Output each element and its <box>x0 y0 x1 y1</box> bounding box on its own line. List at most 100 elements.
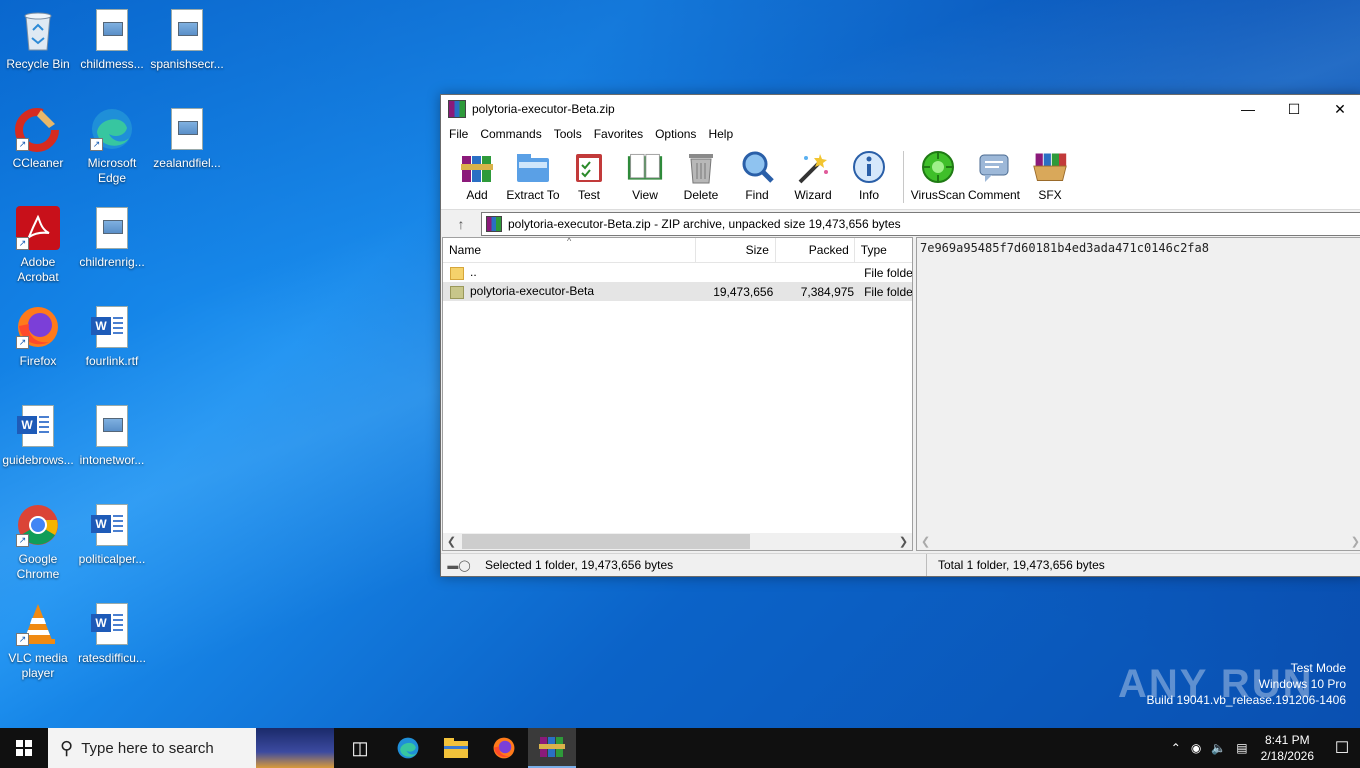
winrar-app-icon <box>448 100 466 118</box>
column-packed[interactable]: Packed <box>776 238 855 262</box>
status-bar: ▬◯ Selected 1 folder, 19,473,656 bytes T… <box>441 553 1360 576</box>
search-highlight-image <box>256 728 334 768</box>
volume-icon[interactable]: 🔈 <box>1211 741 1226 755</box>
desktop-icon-childmess[interactable]: childmess... <box>74 0 150 72</box>
image-file-icon <box>163 105 211 153</box>
show-hidden-icons-chevron-icon[interactable]: ⌃ <box>1171 741 1181 755</box>
windows-watermark: Test Mode Windows 10 Pro Build 19041.vb_… <box>1146 661 1347 707</box>
desktop-icon-adobe-acrobat[interactable]: ↗ Adobe Acrobat <box>0 198 76 285</box>
taskbar-edge[interactable] <box>384 728 432 768</box>
menu-favorites[interactable]: Favorites <box>588 127 649 141</box>
desktop-icon-fourlink[interactable]: W fourlink.rtf <box>74 297 150 369</box>
desktop-icon-politicalper[interactable]: W politicalper... <box>74 495 150 567</box>
desktop-icon-ccleaner[interactable]: ↗ CCleaner <box>0 99 76 171</box>
windows-logo-icon <box>16 740 32 756</box>
horizontal-scrollbar[interactable]: ❮ ❯ <box>443 533 912 550</box>
menu-commands[interactable]: Commands <box>474 127 547 141</box>
menu-options[interactable]: Options <box>649 127 702 141</box>
address-bar: ↑ polytoria-executor-Beta.zip - ZIP arch… <box>441 210 1360 238</box>
extract-to-button[interactable]: Extract To <box>505 149 561 202</box>
content-panes: ^ Name Size Packed Type .. File folde po… <box>441 236 1360 551</box>
search-box[interactable]: ⚲ Type here to search <box>48 728 334 768</box>
desktop-icon-firefox[interactable]: ↗ Firefox <box>0 297 76 369</box>
scroll-left-icon[interactable]: ❮ <box>443 535 460 548</box>
meet-now-icon[interactable]: ◉ <box>1191 741 1201 755</box>
view-button[interactable]: View <box>617 149 673 202</box>
table-row[interactable]: polytoria-executor-Beta 19,473,656 7,384… <box>443 282 912 301</box>
image-file-icon <box>88 6 136 54</box>
find-button[interactable]: Find <box>729 149 785 202</box>
comment-button[interactable]: Comment <box>966 149 1022 202</box>
folder-icon <box>450 266 464 280</box>
taskbar-winrar[interactable] <box>528 728 576 768</box>
image-file-icon <box>88 402 136 450</box>
ccleaner-icon: ↗ <box>14 105 62 153</box>
desktop-icon-vlc[interactable]: ↗ VLC media player <box>0 594 76 681</box>
table-row[interactable]: .. File folde <box>443 263 912 282</box>
desktop-icon-childrenrig[interactable]: childrenrig... <box>74 198 150 270</box>
title-bar[interactable]: polytoria-executor-Beta.zip — ☐ ✕ <box>441 95 1360 123</box>
word-document-icon: W <box>88 600 136 648</box>
desktop-icon-ratesdifficu[interactable]: W ratesdifficu... <box>74 594 150 666</box>
magic-wand-icon <box>795 149 831 185</box>
search-placeholder: Type here to search <box>81 739 214 757</box>
firefox-icon: ↗ <box>14 303 62 351</box>
chrome-icon: ↗ <box>14 501 62 549</box>
menu-tools[interactable]: Tools <box>548 127 588 141</box>
drive-icon[interactable]: ▬◯ <box>441 559 477 572</box>
desktop-icon-google-chrome[interactable]: ↗ Google Chrome <box>0 495 76 582</box>
minimize-button[interactable]: — <box>1225 95 1271 123</box>
delete-button[interactable]: Delete <box>673 149 729 202</box>
trash-icon <box>683 149 719 185</box>
start-button[interactable] <box>0 728 48 768</box>
acrobat-icon: ↗ <box>14 204 62 252</box>
image-file-icon <box>88 204 136 252</box>
info-button[interactable]: Info <box>841 149 897 202</box>
menu-file[interactable]: File <box>443 127 474 141</box>
test-button[interactable]: Test <box>561 149 617 202</box>
desktop-icon-guidebrows[interactable]: W guidebrows... <box>0 396 76 468</box>
wizard-button[interactable]: Wizard <box>785 149 841 202</box>
virusscan-button[interactable]: VirusScan <box>910 149 966 202</box>
taskbar-file-explorer[interactable] <box>432 728 480 768</box>
desktop-icon-intonetwor[interactable]: intonetwor... <box>74 396 150 468</box>
scroll-right-icon[interactable]: ❯ <box>1351 535 1360 548</box>
archive-comment: 7e969a95485f7d60181b4ed3ada471c0146c2fa8 <box>920 241 1209 255</box>
virus-scan-icon <box>920 149 956 185</box>
archive-path-field[interactable]: polytoria-executor-Beta.zip - ZIP archiv… <box>481 212 1360 236</box>
clipboard-test-icon <box>571 149 607 185</box>
recycle-bin-icon <box>14 6 62 54</box>
network-icon[interactable]: ▤ <box>1236 741 1247 755</box>
notification-icon[interactable]: ☐ <box>1324 728 1360 768</box>
desktop-icon-zealandfiel[interactable]: zealandfiel... <box>149 99 225 171</box>
close-button[interactable]: ✕ <box>1317 95 1360 123</box>
word-document-icon: W <box>88 501 136 549</box>
column-type[interactable]: Type <box>855 238 912 262</box>
column-size[interactable]: Size <box>696 238 776 262</box>
clock[interactable]: 8:41 PM 2/18/2026 <box>1261 732 1314 764</box>
image-file-icon <box>163 6 211 54</box>
maximize-button[interactable]: ☐ <box>1271 95 1317 123</box>
folder-icon <box>444 738 468 758</box>
edge-icon: ↗ <box>88 105 136 153</box>
up-arrow-icon[interactable]: ↑ <box>441 216 481 232</box>
scroll-left-icon[interactable]: ❮ <box>921 535 930 548</box>
status-selected: Selected 1 folder, 19,473,656 bytes <box>485 558 674 572</box>
books-add-icon <box>459 149 495 185</box>
comment-scrollbar[interactable]: ❮ ❯ <box>917 533 1360 550</box>
window-title: polytoria-executor-Beta.zip <box>472 102 615 116</box>
sort-ascending-icon: ^ <box>567 236 572 246</box>
desktop-icon-edge[interactable]: ↗ Microsoft Edge <box>74 99 150 186</box>
menu-help[interactable]: Help <box>702 127 739 141</box>
sfx-button[interactable]: SFX <box>1022 149 1078 202</box>
scrollbar-thumb[interactable] <box>462 534 750 549</box>
task-view-button[interactable]: ◫ <box>336 728 384 768</box>
file-list[interactable]: ^ Name Size Packed Type .. File folde po… <box>442 236 913 551</box>
folder-icon <box>450 285 464 299</box>
add-button[interactable]: Add <box>449 149 505 202</box>
scroll-right-icon[interactable]: ❯ <box>895 535 912 548</box>
archive-icon <box>486 216 502 232</box>
desktop-icon-spanishsecr[interactable]: spanishsecr... <box>149 0 225 72</box>
desktop-icon-recycle-bin[interactable]: Recycle Bin <box>0 0 76 72</box>
taskbar-firefox[interactable] <box>480 728 528 768</box>
